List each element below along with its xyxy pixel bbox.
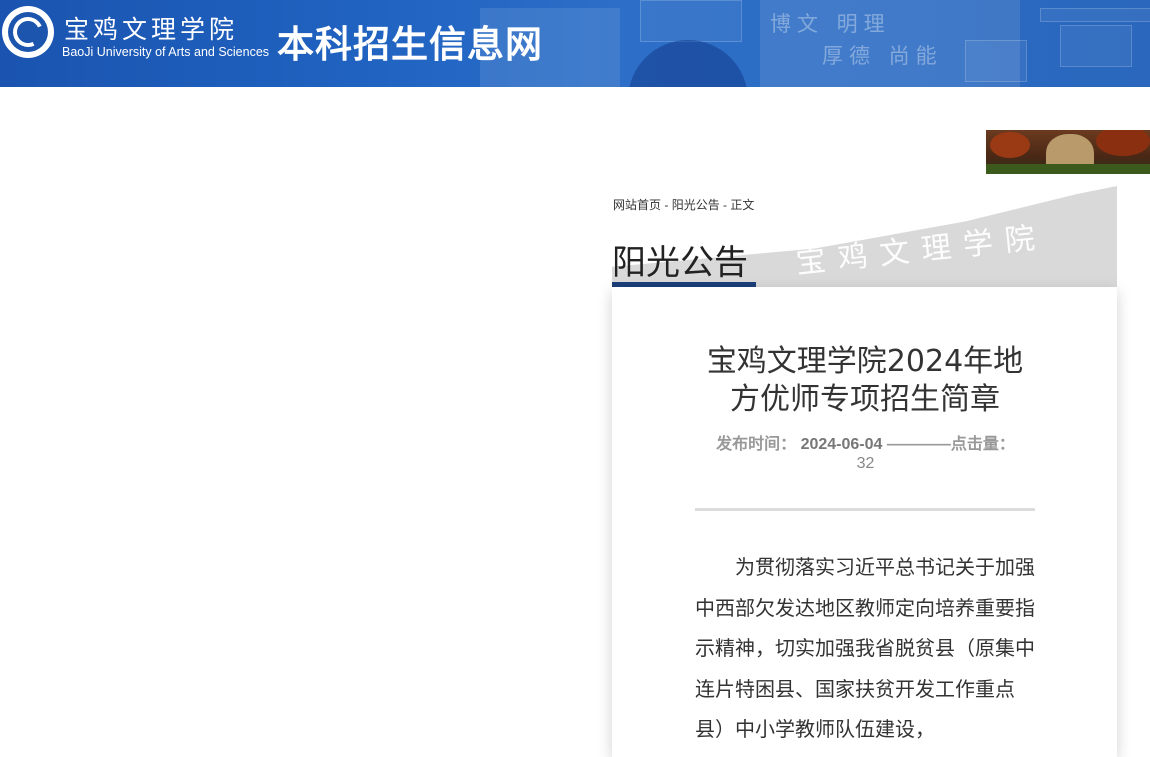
university-seal-icon — [8, 12, 48, 52]
breadcrumb: 网站首页 - 阳光公告 - 正文 — [613, 196, 754, 213]
meta-separator: ———— — [886, 436, 951, 453]
breadcrumb-separator: - — [719, 198, 731, 212]
publish-date: 2024-06-04 — [800, 436, 883, 453]
header-window-3 — [1040, 8, 1150, 22]
school-name-cn: 宝鸡文理学院 — [64, 15, 239, 44]
article-title: 宝鸡文理学院2024年地方优师专项招生简章 — [706, 344, 1024, 417]
click-count: 32 — [856, 455, 875, 472]
publish-label: 发布时间： — [716, 436, 797, 453]
breadcrumb-separator: - — [661, 198, 672, 212]
article-body: 为贯彻落实习近平总书记关于加强中西部欠发达地区教师定向培养重要指示精神，切实加强… — [695, 555, 1035, 741]
school-name-en: BaoJi University of Arts and Sciences — [62, 45, 270, 59]
article-divider — [695, 508, 1035, 511]
clicks-label: 点击量： — [950, 436, 1015, 453]
header-window-2 — [1060, 25, 1132, 67]
header-window-1 — [965, 40, 1027, 82]
header-building-window — [640, 0, 742, 42]
motto-line-1: 博文 明理 — [770, 12, 891, 36]
header-dome — [628, 40, 748, 87]
photo-tree-right — [1096, 130, 1150, 156]
article-meta: 发布时间： 2024-06-04 ————点击量： 32 — [708, 435, 1023, 473]
university-logo[interactable] — [2, 6, 54, 58]
section-title: 阳光公告 — [612, 243, 748, 283]
article-card: 宝鸡文理学院2024年地方优师专项招生简章 发布时间： 2024-06-04 —… — [612, 287, 1117, 757]
breadcrumb-section-link[interactable]: 阳光公告 — [672, 198, 720, 212]
photo-tree-left — [990, 132, 1030, 158]
site-title: 本科招生信息网 — [277, 22, 543, 66]
breadcrumb-home-link[interactable]: 网站首页 — [613, 198, 661, 212]
campus-photo — [986, 130, 1150, 174]
site-header: 宝鸡文理学院 BaoJi University of Arts and Scie… — [0, 0, 1150, 87]
motto-line-2: 厚德 尚能 — [822, 44, 943, 68]
breadcrumb-current: 正文 — [730, 198, 755, 212]
photo-grass — [986, 164, 1150, 174]
